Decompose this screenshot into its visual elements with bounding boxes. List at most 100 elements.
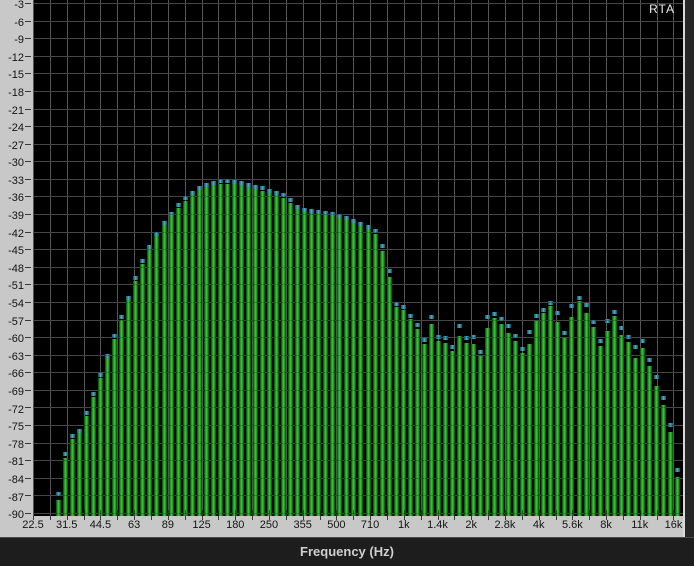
x-tick-nick xyxy=(640,510,641,516)
spectrum-bar xyxy=(401,310,406,516)
peak-hold-cap xyxy=(387,269,392,273)
spectrum-bar xyxy=(541,313,546,516)
y-axis-label: -42 xyxy=(0,229,24,240)
peak-hold-cap xyxy=(478,350,483,354)
grid-hline-overlay xyxy=(33,126,683,127)
y-axis-label: -60 xyxy=(0,334,24,345)
grid-hline-overlay xyxy=(33,179,683,180)
peak-hold-cap xyxy=(661,396,666,400)
x-axis-label: 89 xyxy=(162,519,174,532)
peak-hold-cap xyxy=(408,314,413,318)
y-axis-label: -72 xyxy=(0,405,24,416)
spectrum-bar xyxy=(415,329,420,516)
spectrum-bar xyxy=(176,208,181,516)
y-axis-label: -18 xyxy=(0,88,24,99)
peak-hold-cap xyxy=(555,311,560,315)
spectrum-bar xyxy=(119,320,124,516)
grid-vline xyxy=(202,0,203,516)
spectrum-bar xyxy=(91,397,96,516)
x-tick-nick xyxy=(235,510,236,516)
peak-hold-cap xyxy=(527,330,532,334)
peak-hold-cap xyxy=(260,186,265,190)
y-axis-label: -9 xyxy=(0,35,24,46)
y-axis-tick xyxy=(25,179,31,180)
y-axis-tick xyxy=(25,478,31,479)
x-tick-nick xyxy=(673,510,674,516)
x-axis-label: 63 xyxy=(128,519,140,532)
x-tick-nick xyxy=(67,510,68,516)
y-axis-label: -69 xyxy=(0,387,24,398)
x-tick-nick xyxy=(134,510,135,516)
x-axis-title: Frequency (Hz) xyxy=(300,538,394,565)
spectrum-bar xyxy=(422,344,427,516)
x-tick-nick xyxy=(185,510,186,516)
y-axis-tick xyxy=(25,495,31,496)
y-axis-tick xyxy=(25,21,31,22)
y-axis-tick xyxy=(25,126,31,127)
x-axis-label: 31.5 xyxy=(56,519,77,532)
spectrum-bar xyxy=(169,216,174,516)
grid-hline-overlay xyxy=(33,320,683,321)
peak-hold-cap xyxy=(204,183,209,187)
y-axis-label: -63 xyxy=(0,352,24,363)
x-axis-tick xyxy=(151,516,152,520)
spectrum-bar xyxy=(225,184,230,516)
spectrum-plot-area: RTA xyxy=(33,0,683,516)
x-axis-label: 5.6k xyxy=(562,519,583,532)
y-axis-tick xyxy=(25,320,31,321)
peak-hold-cap xyxy=(619,326,624,330)
x-axis-tick xyxy=(556,516,557,520)
spectrum-bar xyxy=(668,432,673,516)
y-axis-tick xyxy=(25,372,31,373)
spectrum-bar xyxy=(555,322,560,516)
spectrum-bar xyxy=(154,236,159,516)
peak-hold-cap xyxy=(147,245,152,249)
spectrum-bar xyxy=(612,316,617,516)
x-axis-label: 16k xyxy=(665,519,683,532)
x-tick-nick xyxy=(539,510,540,516)
y-axis-label: -12 xyxy=(0,53,24,64)
y-axis-tick xyxy=(25,91,31,92)
spectrum-bar xyxy=(323,215,328,516)
y-axis-tick xyxy=(25,232,31,233)
x-axis-label: 500 xyxy=(327,519,345,532)
y-axis-label: -48 xyxy=(0,264,24,275)
grid-hline-overlay xyxy=(33,249,683,250)
x-tick-nick xyxy=(269,510,270,516)
spectrum-bar xyxy=(246,187,251,516)
grid-hline-overlay xyxy=(33,495,683,496)
y-axis-label: -90 xyxy=(0,510,24,521)
spectrum-bar xyxy=(450,351,455,516)
x-axis-tick xyxy=(185,516,186,520)
x-tick-nick xyxy=(556,510,557,516)
peak-hold-cap xyxy=(239,181,244,185)
peak-hold-cap xyxy=(288,198,293,202)
y-axis-label: -54 xyxy=(0,299,24,310)
spectrum-bar xyxy=(436,341,441,516)
y-axis-label: -27 xyxy=(0,141,24,152)
peak-hold-cap xyxy=(358,222,363,226)
x-axis-label: 125 xyxy=(192,519,210,532)
peak-hold-cap xyxy=(190,191,195,195)
spectrum-bar xyxy=(443,343,448,516)
spectrum-bar xyxy=(534,321,539,516)
grid-vline xyxy=(117,0,118,516)
spectrum-bar xyxy=(633,358,638,516)
spectrum-bar xyxy=(464,343,469,516)
grid-vline xyxy=(33,0,34,516)
spectrum-bar xyxy=(162,225,167,516)
peak-hold-cap xyxy=(598,339,603,343)
x-axis-label: 22.5 xyxy=(22,519,43,532)
grid-hline-overlay xyxy=(33,91,683,92)
spectrum-bar xyxy=(344,220,349,516)
spectrum-bar xyxy=(316,214,321,516)
y-axis-tick xyxy=(25,513,31,514)
spectrum-bar xyxy=(647,366,652,516)
peak-hold-cap xyxy=(640,339,645,343)
x-axis-tick xyxy=(320,516,321,520)
spectrum-bar xyxy=(281,198,286,516)
spectrum-bar xyxy=(295,209,300,516)
spectrum-bar xyxy=(330,216,335,516)
spectrum-bar xyxy=(513,341,518,516)
peak-hold-cap xyxy=(126,296,131,300)
